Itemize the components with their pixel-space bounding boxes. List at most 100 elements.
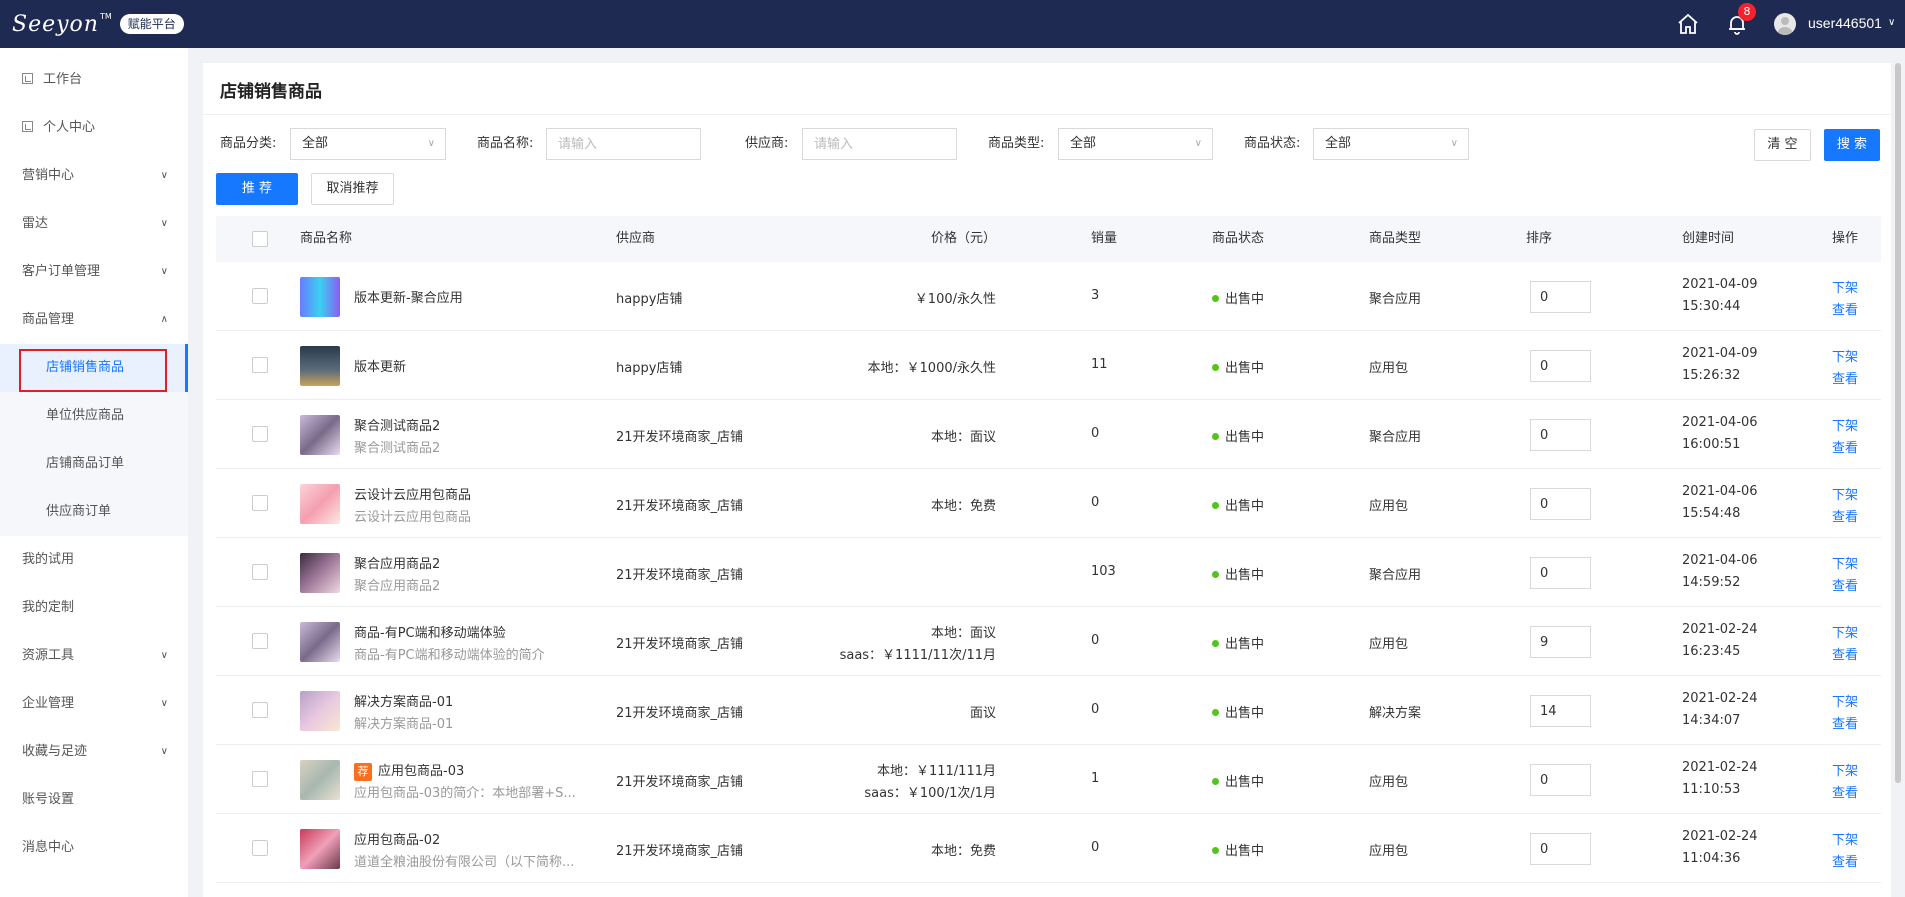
sidebar-item-account-settings[interactable]: 账号设置 bbox=[0, 776, 188, 824]
delist-link[interactable]: 下架 bbox=[1832, 760, 1858, 779]
product-name[interactable]: 云设计云应用包商品 bbox=[354, 484, 471, 503]
product-name[interactable]: 应用包商品-02 bbox=[354, 829, 440, 848]
supplier-input[interactable] bbox=[802, 128, 957, 160]
search-button[interactable]: 搜 索 bbox=[1824, 129, 1880, 161]
sidebar-subitem-store-orders[interactable]: 店铺商品订单 bbox=[0, 440, 188, 488]
row-checkbox[interactable] bbox=[252, 495, 268, 511]
delist-link[interactable]: 下架 bbox=[1832, 415, 1858, 434]
row-checkbox[interactable] bbox=[252, 702, 268, 718]
type-select[interactable]: 全部 ∨ bbox=[1058, 128, 1213, 160]
product-thumbnail bbox=[300, 829, 340, 869]
view-link[interactable]: 查看 bbox=[1832, 299, 1858, 318]
delist-link[interactable]: 下架 bbox=[1832, 484, 1858, 503]
select-all-checkbox[interactable] bbox=[252, 231, 268, 247]
sidebar-item-message-center[interactable]: 消息中心 bbox=[0, 824, 188, 872]
row-checkbox[interactable] bbox=[252, 771, 268, 787]
top-bar: Seeyon TM 赋能平台 8 user446501 ∨ bbox=[0, 0, 1905, 48]
view-link[interactable]: 查看 bbox=[1832, 851, 1858, 870]
sidebar-item-label: 我的试用 bbox=[22, 552, 75, 567]
delist-link[interactable]: 下架 bbox=[1832, 829, 1858, 848]
status-text: 出售中 bbox=[1225, 430, 1265, 445]
product-name[interactable]: 商品-有PC端和移动端体验 bbox=[354, 622, 506, 641]
page-title: 店铺销售商品 bbox=[220, 82, 322, 102]
sort-input[interactable] bbox=[1530, 350, 1591, 382]
sort-input[interactable] bbox=[1530, 764, 1591, 796]
created-time: 14:59:52 bbox=[1682, 575, 1741, 590]
product-name-text: 应用包商品-03 bbox=[378, 764, 465, 779]
sidebar-subitem-unit-supply[interactable]: 单位供应商品 bbox=[0, 392, 188, 440]
sidebar-item-my-trials[interactable]: 我的试用 bbox=[0, 536, 188, 584]
delist-link[interactable]: 下架 bbox=[1832, 553, 1858, 572]
supplier-cell: 21开发环境商家_店铺 bbox=[616, 844, 744, 859]
sidebar-item-enterprise[interactable]: 企业管理 ∨ bbox=[0, 680, 188, 728]
delist-link[interactable]: 下架 bbox=[1832, 277, 1858, 296]
home-icon[interactable] bbox=[1676, 12, 1700, 36]
product-name[interactable]: 聚合应用商品2 bbox=[354, 553, 440, 572]
product-thumbnail bbox=[300, 484, 340, 524]
product-name[interactable]: 解决方案商品-01 bbox=[354, 691, 453, 710]
sidebar-item-workbench[interactable]: 工作台 bbox=[0, 56, 188, 104]
sidebar-item-resource-tools[interactable]: 资源工具 ∨ bbox=[0, 632, 188, 680]
highlight-box bbox=[19, 349, 167, 392]
category-label: 商品分类: bbox=[220, 136, 277, 151]
sort-input[interactable] bbox=[1530, 695, 1591, 727]
avatar[interactable] bbox=[1774, 13, 1796, 35]
chevron-down-icon[interactable]: ∨ bbox=[1888, 17, 1895, 28]
product-name[interactable]: 版本更新 bbox=[354, 356, 406, 375]
status-dot-icon bbox=[1212, 364, 1219, 371]
clear-button[interactable]: 清 空 bbox=[1754, 129, 1811, 161]
chevron-down-icon: ∨ bbox=[1450, 138, 1458, 149]
product-description: 应用包商品-03的简介：本地部署+S... bbox=[354, 786, 576, 801]
sidebar-subitem-supplier-orders[interactable]: 供应商订单 bbox=[0, 488, 188, 536]
sidebar-item-product-management[interactable]: 商品管理 ∧ bbox=[0, 296, 188, 344]
view-link[interactable]: 查看 bbox=[1832, 368, 1858, 387]
sidebar-item-radar[interactable]: 雷达 ∨ bbox=[0, 200, 188, 248]
product-description: 解决方案商品-01 bbox=[354, 717, 454, 732]
name-input[interactable] bbox=[546, 128, 701, 160]
view-link[interactable]: 查看 bbox=[1832, 437, 1858, 456]
status-text: 出售中 bbox=[1225, 292, 1265, 307]
workbench-icon bbox=[22, 73, 33, 84]
row-checkbox[interactable] bbox=[252, 564, 268, 580]
recommend-button[interactable]: 推 荐 bbox=[216, 173, 298, 205]
supplier-cell: 21开发环境商家_店铺 bbox=[616, 637, 744, 652]
price-cell: 面议 bbox=[969, 706, 996, 721]
product-name[interactable]: 荐应用包商品-03 bbox=[354, 760, 464, 781]
product-name[interactable]: 聚合测试商品2 bbox=[354, 415, 440, 434]
sort-input[interactable] bbox=[1530, 488, 1591, 520]
status-select[interactable]: 全部 ∨ bbox=[1313, 128, 1469, 160]
row-checkbox[interactable] bbox=[252, 288, 268, 304]
product-name[interactable]: 版本更新-聚合应用 bbox=[354, 287, 463, 306]
category-select-value: 全部 bbox=[302, 136, 329, 151]
sort-input[interactable] bbox=[1530, 626, 1591, 658]
view-link[interactable]: 查看 bbox=[1832, 713, 1858, 732]
category-select[interactable]: 全部 ∨ bbox=[290, 128, 446, 160]
sort-input[interactable] bbox=[1530, 557, 1591, 589]
sort-input[interactable] bbox=[1530, 833, 1591, 865]
created-time: 15:30:44 bbox=[1682, 299, 1741, 314]
sort-input[interactable] bbox=[1530, 281, 1591, 313]
delist-link[interactable]: 下架 bbox=[1832, 691, 1858, 710]
sort-input[interactable] bbox=[1530, 419, 1591, 451]
row-checkbox[interactable] bbox=[252, 426, 268, 442]
row-checkbox[interactable] bbox=[252, 633, 268, 649]
vertical-scrollbar[interactable] bbox=[1895, 63, 1901, 783]
delist-link[interactable]: 下架 bbox=[1832, 622, 1858, 641]
sidebar-item-marketing[interactable]: 营销中心 ∨ bbox=[0, 152, 188, 200]
sidebar-item-favorites[interactable]: 收藏与足迹 ∨ bbox=[0, 728, 188, 776]
row-checkbox[interactable] bbox=[252, 840, 268, 856]
cancel-recommend-button[interactable]: 取消推荐 bbox=[311, 173, 394, 205]
view-link[interactable]: 查看 bbox=[1832, 506, 1858, 525]
type-cell: 应用包 bbox=[1369, 637, 1409, 652]
view-link[interactable]: 查看 bbox=[1832, 782, 1858, 801]
logo[interactable]: Seeyon TM 赋能平台 bbox=[12, 10, 184, 38]
sidebar-item-customer-orders[interactable]: 客户订单管理 ∨ bbox=[0, 248, 188, 296]
username[interactable]: user446501 bbox=[1808, 15, 1882, 31]
delist-link[interactable]: 下架 bbox=[1832, 346, 1858, 365]
view-link[interactable]: 查看 bbox=[1832, 644, 1858, 663]
sidebar-item-personal-center[interactable]: 个人中心 bbox=[0, 104, 188, 152]
table-row: 聚合测试商品2 聚合测试商品2 21开发环境商家_店铺 本地：面议 0 出售中 … bbox=[216, 400, 1881, 469]
view-link[interactable]: 查看 bbox=[1832, 575, 1858, 594]
row-checkbox[interactable] bbox=[252, 357, 268, 373]
sidebar-item-my-custom[interactable]: 我的定制 bbox=[0, 584, 188, 632]
